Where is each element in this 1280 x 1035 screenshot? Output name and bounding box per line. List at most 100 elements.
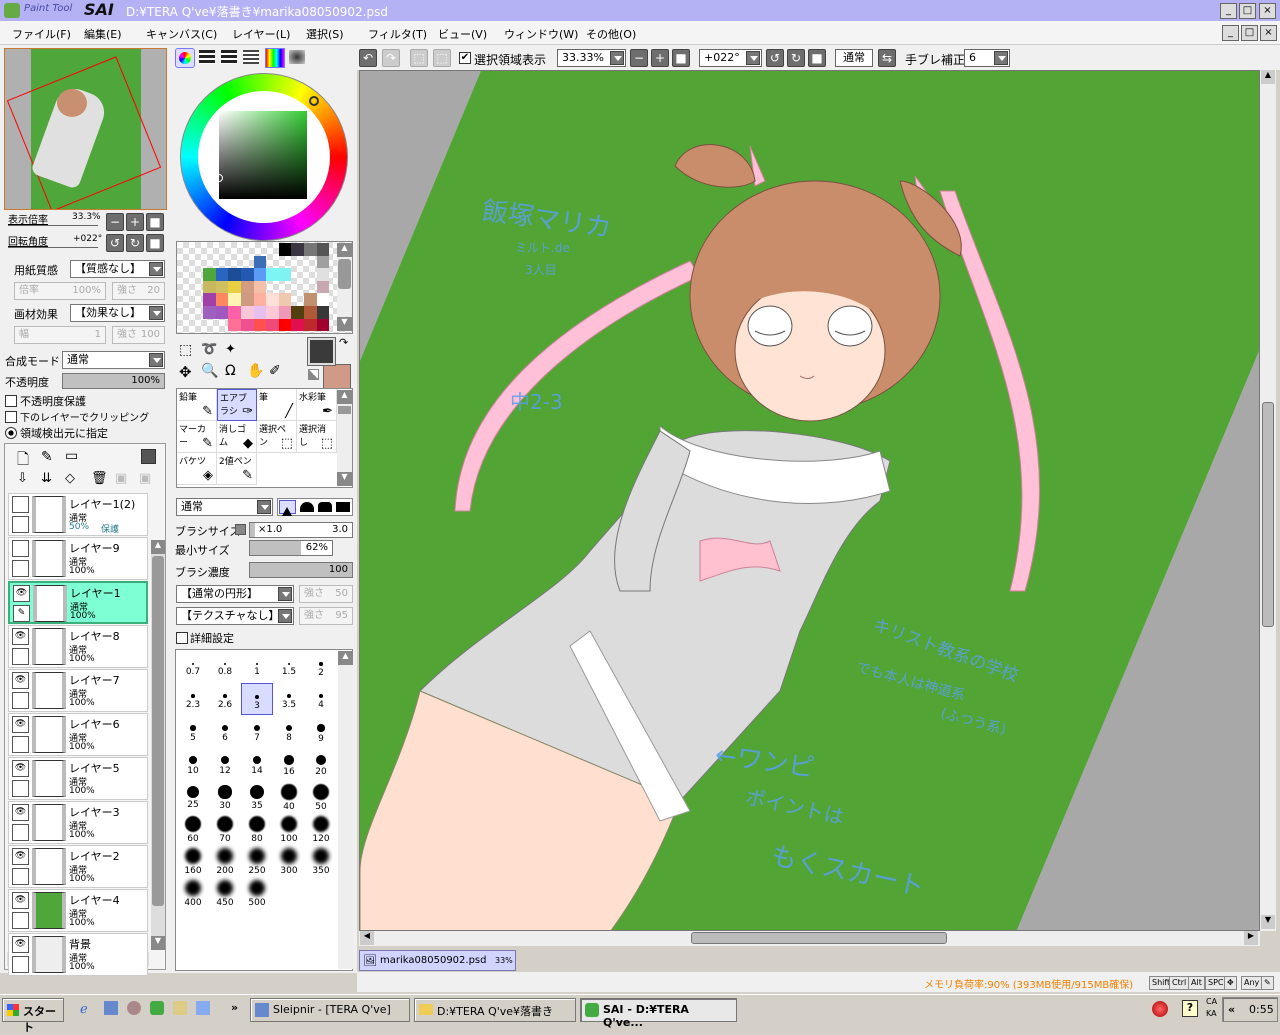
brush-size-option[interactable]: 100 <box>273 811 305 844</box>
palette-swatch[interactable] <box>316 306 330 319</box>
brush-size-option[interactable]: 12 <box>209 747 241 779</box>
brush-size-option[interactable]: 5 <box>177 715 209 747</box>
palette-swatch[interactable] <box>241 318 254 332</box>
menu-file[interactable]: ファイル(F) <box>12 26 71 42</box>
palette-swatch[interactable] <box>278 243 292 256</box>
canvas-vscrollbar[interactable]: ▲ ▼ <box>1260 70 1276 931</box>
palette-swatch[interactable] <box>203 280 216 294</box>
opacity-slider[interactable]: 100% <box>62 373 165 389</box>
palette-swatch[interactable] <box>266 306 279 319</box>
sv-marker[interactable] <box>215 174 223 182</box>
brush-density-slider[interactable]: 100 <box>249 562 353 578</box>
ime-indicator-2[interactable]: KA <box>1206 1009 1217 1018</box>
layer-row[interactable]: 👁 レイヤー4 通常 100% <box>8 889 148 932</box>
zoom-select[interactable]: 33.33% <box>557 49 626 67</box>
brush-size-option[interactable]: 250 <box>241 843 273 876</box>
palette-swatch[interactable] <box>291 318 304 332</box>
tray-app-icon[interactable] <box>1152 1001 1168 1017</box>
magic-wand-icon[interactable]: ✦ <box>225 342 236 357</box>
palette-swatch[interactable] <box>203 268 216 281</box>
palette-swatch[interactable] <box>253 268 267 281</box>
doc-close-button[interactable]: × <box>1260 25 1277 41</box>
scroll-down-button[interactable]: ▼ <box>1261 915 1275 929</box>
tool-pencil[interactable]: 鉛筆 ✎ <box>177 389 217 421</box>
palette-swatch[interactable] <box>253 280 267 294</box>
palette-swatch[interactable] <box>304 318 317 332</box>
edge-medium-icon[interactable] <box>300 502 314 512</box>
brush-size-option[interactable]: 500 <box>241 875 273 908</box>
toolbar-zoom-reset-button[interactable]: ■ <box>672 49 690 67</box>
undo-button[interactable]: ↶ <box>359 49 377 67</box>
brush-size-option[interactable]: 9 <box>305 715 337 747</box>
brush-size-option[interactable]: 400 <box>177 875 209 908</box>
tool-select-erase[interactable]: 選択消し ⬚ <box>297 421 337 453</box>
quicklaunch-more-button[interactable]: » <box>231 1001 238 1014</box>
palette-swatch[interactable] <box>253 318 267 332</box>
layer-lock-toggle[interactable] <box>12 560 29 577</box>
deselect-button[interactable]: ⬚ <box>410 49 428 67</box>
color-wheel-tab[interactable] <box>175 48 195 68</box>
visibility-toggle[interactable] <box>12 540 29 557</box>
help-tray-icon[interactable]: ? <box>1182 1000 1198 1017</box>
brush-size-slider[interactable]: ×1.0 3.0 <box>249 522 353 538</box>
tool-scroll-thumb[interactable] <box>338 406 351 414</box>
brush-size-option[interactable]: 3 <box>241 683 273 715</box>
brush-size-option[interactable]: 2 <box>305 651 337 683</box>
layer-row[interactable]: 👁 レイヤー8 通常 100% <box>8 625 148 668</box>
layer-row[interactable]: 👁 レイヤー5 通常 100% <box>8 757 148 800</box>
canvas-vscroll-thumb[interactable] <box>1262 402 1274 627</box>
brush-size-option[interactable]: 1.5 <box>273 651 305 683</box>
clear-layer-icon[interactable]: ◇ <box>65 471 75 486</box>
toolbar-rotate-cw-button[interactable]: ↻ <box>787 49 805 67</box>
layer-row[interactable]: 👁 レイヤー2 通常 100% <box>8 845 148 888</box>
palette-swatch[interactable] <box>291 243 304 256</box>
palette-swatch[interactable] <box>278 293 292 306</box>
palette-swatch[interactable] <box>316 280 330 294</box>
quicklaunch-ie-icon[interactable]: ℯ <box>80 1002 88 1017</box>
canvas-hscrollbar[interactable]: ◀ ▶ <box>359 931 1260 946</box>
eyedropper-icon[interactable]: ✐ <box>269 363 281 379</box>
palette-swatch[interactable] <box>215 280 229 294</box>
color-mix-tab[interactable] <box>243 50 259 64</box>
brush-shape-select[interactable]: 【通常の円形】 <box>176 585 294 603</box>
stabilizer-select[interactable]: 6 <box>964 49 1010 67</box>
palette-swatch[interactable] <box>304 306 317 319</box>
paper-select[interactable]: 【質感なし】 <box>70 260 165 278</box>
palette-scroll-thumb[interactable] <box>338 259 351 289</box>
palette-swatch[interactable] <box>241 293 254 306</box>
toolbar-rotate-reset-button[interactable]: ■ <box>808 49 826 67</box>
visibility-toggle[interactable] <box>12 496 29 513</box>
hsv-slider-tab[interactable] <box>221 50 237 64</box>
view-mode-button[interactable]: 通常 <box>835 49 873 67</box>
brush-size-option[interactable]: 80 <box>241 811 273 844</box>
layer-lock-toggle[interactable] <box>12 736 29 753</box>
toolbar-zoom-out-button[interactable]: − <box>630 49 648 67</box>
palette-swatch[interactable] <box>203 293 216 306</box>
new-linework-layer-icon[interactable]: ✎ <box>41 449 53 465</box>
scroll-down-button[interactable]: ▼ <box>337 472 352 486</box>
scroll-up-button[interactable]: ▲ <box>337 390 352 404</box>
detect-source-radio[interactable] <box>5 427 17 439</box>
layer-lock-toggle[interactable] <box>12 780 29 797</box>
scroll-down-button[interactable]: ▼ <box>337 317 352 331</box>
zoom-reset-button[interactable]: ■ <box>146 213 164 231</box>
visibility-toggle[interactable]: 👁 <box>12 716 29 733</box>
blend-mode-select[interactable]: 通常 <box>62 351 165 369</box>
menu-window[interactable]: ウィンドウ(W) <box>504 26 578 42</box>
palette-swatch[interactable] <box>304 243 317 256</box>
palette-swatch[interactable] <box>228 306 241 319</box>
brush-size-option[interactable]: 0.7 <box>177 651 209 683</box>
brush-size-option[interactable]: 120 <box>305 811 337 844</box>
brush-size-option[interactable]: 350 <box>305 843 337 876</box>
quicklaunch-sleipnir-icon[interactable] <box>104 1001 118 1015</box>
scroll-up-button[interactable]: ▲ <box>151 540 165 554</box>
menu-select[interactable]: 選択(S) <box>306 26 344 42</box>
brush-size-option[interactable]: 70 <box>209 811 241 844</box>
quicklaunch-media-icon[interactable] <box>127 1001 141 1015</box>
visibility-toggle[interactable]: 👁 <box>12 760 29 777</box>
layer-lock-toggle[interactable] <box>12 692 29 709</box>
scroll-down-button[interactable]: ▼ <box>151 936 165 950</box>
brush-size-option[interactable]: 60 <box>177 811 209 844</box>
brush-size-option[interactable]: 300 <box>273 843 305 876</box>
toolbar-rotate-ccw-button[interactable]: ↺ <box>766 49 784 67</box>
